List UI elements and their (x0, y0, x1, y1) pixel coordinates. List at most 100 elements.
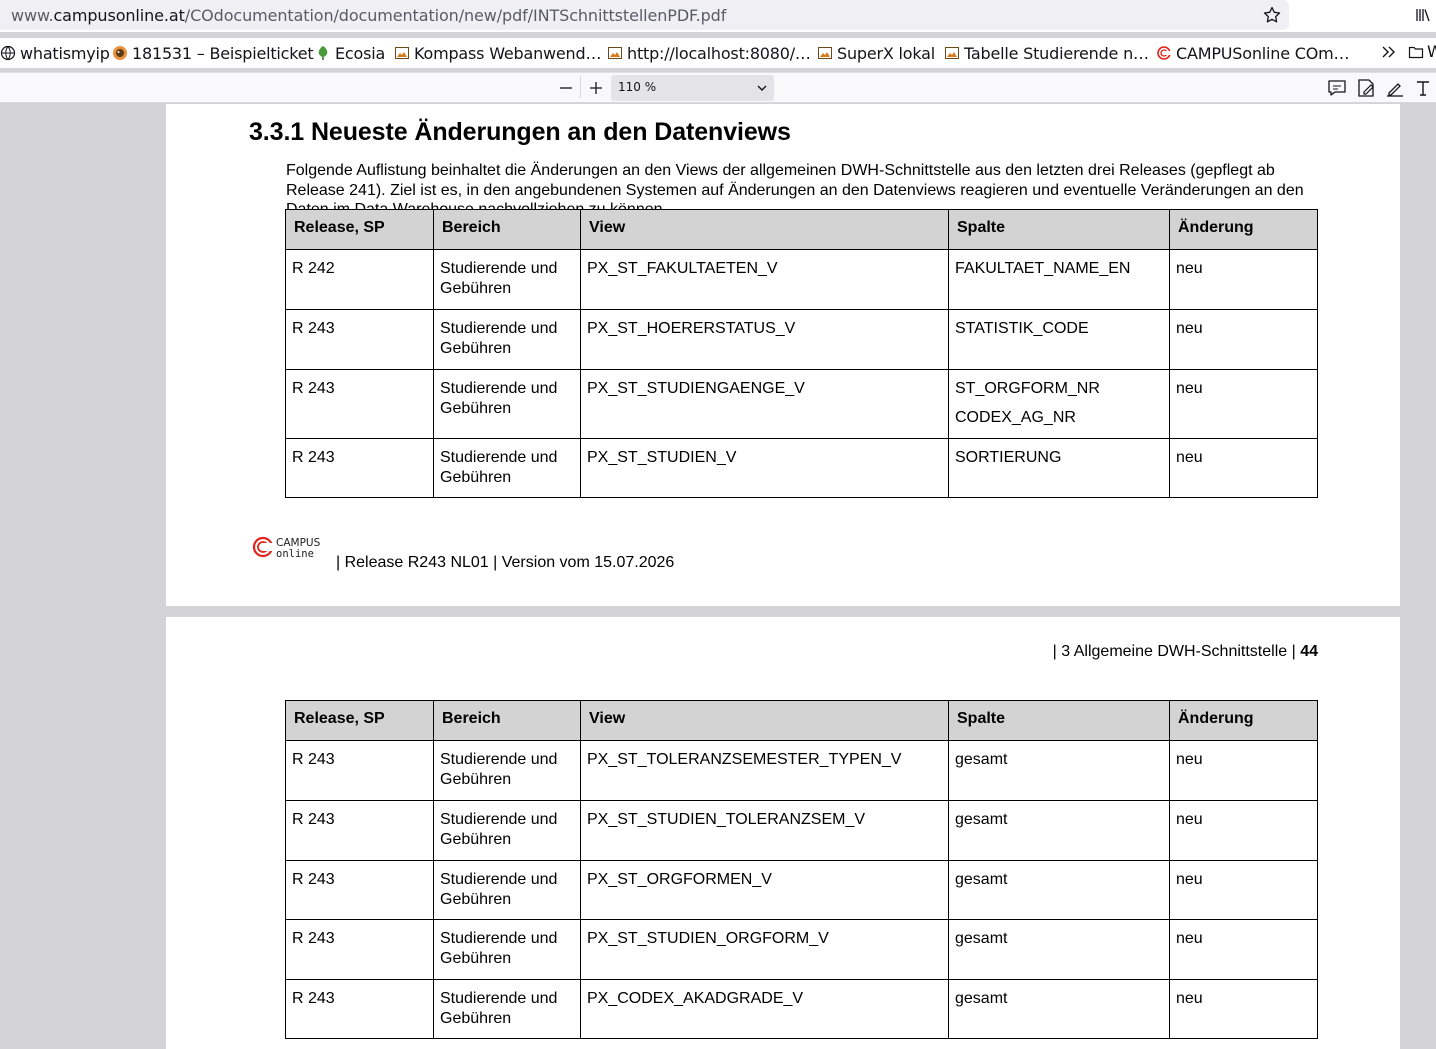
zoom-value: 110 % (618, 80, 657, 94)
release-cell: R 243 (285, 309, 434, 370)
bookmark-label: SuperX lokal (837, 43, 935, 63)
view-cell: PX_ST_STUDIEN_TOLERANZSEM_V (580, 800, 949, 861)
column-header: Bereich (433, 209, 581, 250)
column-header: Änderung (1169, 700, 1318, 741)
spalte-value: FAKULTAET_NAME_EN (955, 260, 1131, 277)
bereich-cell: Studierende und Gebühren (433, 438, 581, 498)
column-header: Spalte (948, 700, 1170, 741)
toolbar-separator (580, 76, 581, 98)
aenderung-cell: neu (1169, 438, 1318, 498)
spalte-value: gesamt (955, 751, 1008, 768)
bookmark-item[interactable]: Ecosia (315, 42, 385, 64)
column-header: View (580, 209, 949, 250)
zoom-in-icon[interactable] (585, 77, 607, 99)
globe-icon (0, 45, 16, 61)
spalte-cell: gesamt (948, 800, 1170, 861)
table-row: R 243 Studierende und Gebühren PX_ST_TOLER… (285, 740, 1318, 801)
address-field[interactable]: www.campusonline.at/COdocumentation/docu… (0, 0, 1289, 30)
view-cell: PX_ST_TOLERANZSEMESTER_TYPEN_V (580, 740, 949, 801)
bereich-cell: Studierende und Gebühren (433, 800, 581, 861)
release-cell: R 243 (285, 438, 434, 498)
spalte-cell: FAKULTAET_NAME_EN (948, 249, 1170, 310)
page-header: | 3 Allgemeine DWH-Schnittstelle | 44 (1053, 643, 1318, 661)
spalte-cell: STATISTIK_CODE (948, 309, 1170, 370)
bug-icon (112, 45, 128, 61)
bookmark-label: Kompass Webanwend… (414, 43, 602, 63)
aenderung-cell: neu (1169, 249, 1318, 310)
aenderung-cell: neu (1169, 800, 1318, 861)
bookmark-item[interactable]: Tabelle Studierende n… (944, 42, 1149, 64)
pdf-viewer[interactable]: 3.3.1 Neueste Änderungen an den Datenvie… (0, 104, 1436, 1049)
pdf-page: 3.3.1 Neueste Änderungen an den Datenvie… (166, 104, 1400, 606)
column-header: Spalte (948, 209, 1170, 250)
table-row: R 243 Studierende und Gebühren PX_ST_STUDI… (285, 369, 1318, 439)
view-cell: PX_CODEX_AKADGRADE_V (580, 979, 949, 1039)
column-header: Bereich (433, 700, 581, 741)
draw-icon[interactable] (1384, 77, 1406, 99)
image-icon (394, 45, 410, 61)
text-icon[interactable] (1412, 77, 1434, 99)
bereich-cell: Studierende und Gebühren (433, 309, 581, 370)
comment-icon[interactable] (1326, 77, 1348, 99)
bookmark-item[interactable]: CAMPUSonline COm… (1156, 42, 1349, 64)
zoom-out-icon[interactable] (555, 77, 577, 99)
spalte-cell: gesamt (948, 740, 1170, 801)
library-icon[interactable] (1414, 6, 1432, 24)
section-heading: 3.3.1 Neueste Änderungen an den Datenvie… (249, 118, 791, 146)
table-header-row: Release, SP Bereich View Spalte Änderung (285, 209, 1318, 250)
signature-icon[interactable] (1355, 77, 1377, 99)
bookmark-label: Ecosia (335, 43, 386, 63)
bereich-cell: Studierende und Gebühren (433, 369, 581, 439)
view-cell: PX_ST_ORGFORMEN_V (580, 860, 949, 920)
view-cell: PX_ST_FAKULTAETEN_V (580, 249, 949, 310)
aenderung-cell: neu (1169, 979, 1318, 1039)
image-icon (817, 45, 833, 61)
spalte-cell: gesamt (948, 860, 1170, 920)
image-icon (944, 45, 960, 61)
spalte-value: ST_ORGFORM_NR (955, 380, 1100, 397)
view-cell: PX_ST_STUDIENGAENGE_V (580, 369, 949, 439)
bookmark-label: http://localhost:8080/… (627, 43, 811, 63)
bereich-cell: Studierende und Gebühren (433, 249, 581, 310)
bookmark-item[interactable]: SuperX lokal (817, 42, 935, 64)
image-icon (607, 45, 623, 61)
view-cell: PX_ST_STUDIEN_ORGFORM_V (580, 919, 949, 980)
column-header: View (580, 700, 949, 741)
table-row: R 243 Studierende und Gebühren PX_CODEX_AK… (285, 979, 1318, 1039)
release-cell: R 243 (285, 979, 434, 1039)
spalte-value: CODEX_AG_NR (955, 409, 1076, 426)
changes-table-continued: Release, SP Bereich View Spalte Änderung R 24… (285, 700, 1318, 1039)
bereich-cell: Studierende und Gebühren (433, 740, 581, 801)
bookmarks-overflow-icon[interactable] (1380, 42, 1398, 62)
table-row: R 243 Studierende und Gebühren PX_ST_STUDI… (285, 438, 1318, 498)
spalte-cell: ST_ORGFORM_NR CODEX_AG_NR (948, 369, 1170, 439)
url-text[interactable]: www.campusonline.at/COdocumentation/docu… (11, 6, 726, 25)
spalte-value: gesamt (955, 811, 1008, 828)
bookmarks-folder[interactable]: W (1408, 42, 1436, 61)
bookmark-item[interactable]: whatismyip (0, 42, 110, 64)
bookmark-label: 181531 – Beispielticket (132, 43, 314, 63)
ecosia-icon (315, 45, 331, 61)
aenderung-cell: neu (1169, 919, 1318, 980)
bereich-cell: Studierende und Gebühren (433, 979, 581, 1039)
view-cell: PX_ST_HOERERSTATUS_V (580, 309, 949, 370)
bookmark-label: Tabelle Studierende n… (964, 43, 1149, 63)
zoom-select[interactable]: 110 % (611, 75, 774, 101)
aenderung-cell: neu (1169, 309, 1318, 370)
spalte-value: STATISTIK_CODE (955, 320, 1089, 337)
bookmark-item[interactable]: Kompass Webanwend… (394, 42, 601, 64)
aenderung-cell: neu (1169, 860, 1318, 920)
table-row: R 243 Studierende und Gebühren PX_ST_STUDI… (285, 800, 1318, 861)
url-prefix: www. (11, 6, 54, 25)
bookmark-label: whatismyip (20, 43, 110, 63)
table-row: R 243 Studierende und Gebühren PX_ST_ORGFO… (285, 860, 1318, 920)
view-cell: PX_ST_STUDIEN_V (580, 438, 949, 498)
table-row: R 243 Studierende und Gebühren PX_ST_STUDI… (285, 919, 1318, 980)
bookmark-item[interactable]: http://localhost:8080/… (607, 42, 811, 64)
table-row: R 242 Studierende und Gebühren PX_ST_FAKUL… (285, 249, 1318, 310)
spalte-value: SORTIERUNG (955, 449, 1062, 466)
url-bar: www.campusonline.at/COdocumentation/docu… (0, 0, 1436, 32)
bookmark-star-icon[interactable] (1262, 5, 1282, 25)
column-header: Release, SP (285, 209, 434, 250)
bookmark-item[interactable]: 181531 – Beispielticket (112, 42, 314, 64)
